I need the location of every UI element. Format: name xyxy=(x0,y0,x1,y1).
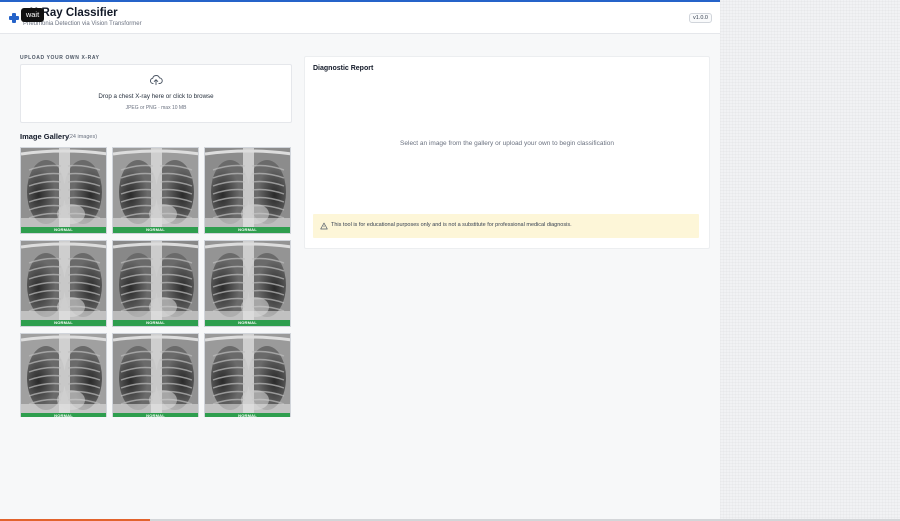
diagnostic-report-panel: Diagnostic Report Select an image from t… xyxy=(304,56,710,249)
plus-cross-icon xyxy=(9,13,19,23)
xray-image-icon xyxy=(21,148,106,228)
xray-image-icon xyxy=(113,148,198,228)
gallery-thumbnail[interactable]: NORMAL xyxy=(20,240,107,327)
image-gallery: NORMAL NORMAL NORMAL NORMAL NORMAL NORMAL NORM… xyxy=(20,147,292,417)
version-badge: v1.0.0 xyxy=(689,13,712,23)
upload-section-label: UPLOAD YOUR OWN X-RAY xyxy=(20,55,100,61)
gallery-count: (24 images) xyxy=(68,134,98,140)
xray-image-icon xyxy=(205,241,290,321)
gallery-thumbnail[interactable]: NORMAL xyxy=(204,240,291,327)
classification-tag: NORMAL xyxy=(113,227,198,233)
wait-tooltip: wait xyxy=(21,8,44,22)
header: t X-Ray Classifier Pneumonia Detection v… xyxy=(0,2,720,34)
classification-tag: NORMAL xyxy=(205,227,290,233)
upload-dropzone[interactable]: Drop a chest X-ray here or click to brow… xyxy=(20,64,292,123)
classification-tag: NORMAL xyxy=(21,320,106,326)
gallery-thumbnail[interactable]: NORMAL xyxy=(112,240,199,327)
gallery-thumbnail[interactable]: NORMAL xyxy=(20,333,107,417)
classification-tag: NORMAL xyxy=(21,413,106,417)
classification-tag: NORMAL xyxy=(21,227,106,233)
xray-image-icon xyxy=(113,241,198,321)
dropzone-instructions: Drop a chest X-ray here or click to brow… xyxy=(98,93,214,100)
gallery-thumbnail[interactable]: NORMAL xyxy=(20,147,107,234)
xray-image-icon xyxy=(205,148,290,228)
classification-tag: NORMAL xyxy=(113,320,198,326)
gallery-thumbnail[interactable]: NORMAL xyxy=(204,333,291,417)
disclaimer-banner: This tool is for educational purposes on… xyxy=(313,214,699,238)
gallery-title: Image Gallery xyxy=(20,132,70,141)
classification-tag: NORMAL xyxy=(205,413,290,417)
dropzone-constraints: JPEG or PNG · max 10 MB xyxy=(125,105,187,111)
xray-image-icon xyxy=(21,241,106,321)
app-window: t X-Ray Classifier Pneumonia Detection v… xyxy=(0,0,720,521)
disclaimer-text: This tool is for educational purposes on… xyxy=(331,222,572,228)
warning-triangle-icon xyxy=(320,222,328,230)
report-title: Diagnostic Report xyxy=(313,65,374,72)
xray-image-icon xyxy=(205,334,290,414)
classification-tag: NORMAL xyxy=(205,320,290,326)
gallery-thumbnail[interactable]: NORMAL xyxy=(112,147,199,234)
cloud-upload-icon xyxy=(150,75,163,86)
report-empty-state: Select an image from the gallery or uplo… xyxy=(400,140,614,147)
gallery-thumbnail[interactable]: NORMAL xyxy=(204,147,291,234)
gallery-thumbnail[interactable]: NORMAL xyxy=(112,333,199,417)
xray-image-icon xyxy=(21,334,106,414)
classification-tag: NORMAL xyxy=(113,413,198,417)
xray-image-icon xyxy=(113,334,198,414)
